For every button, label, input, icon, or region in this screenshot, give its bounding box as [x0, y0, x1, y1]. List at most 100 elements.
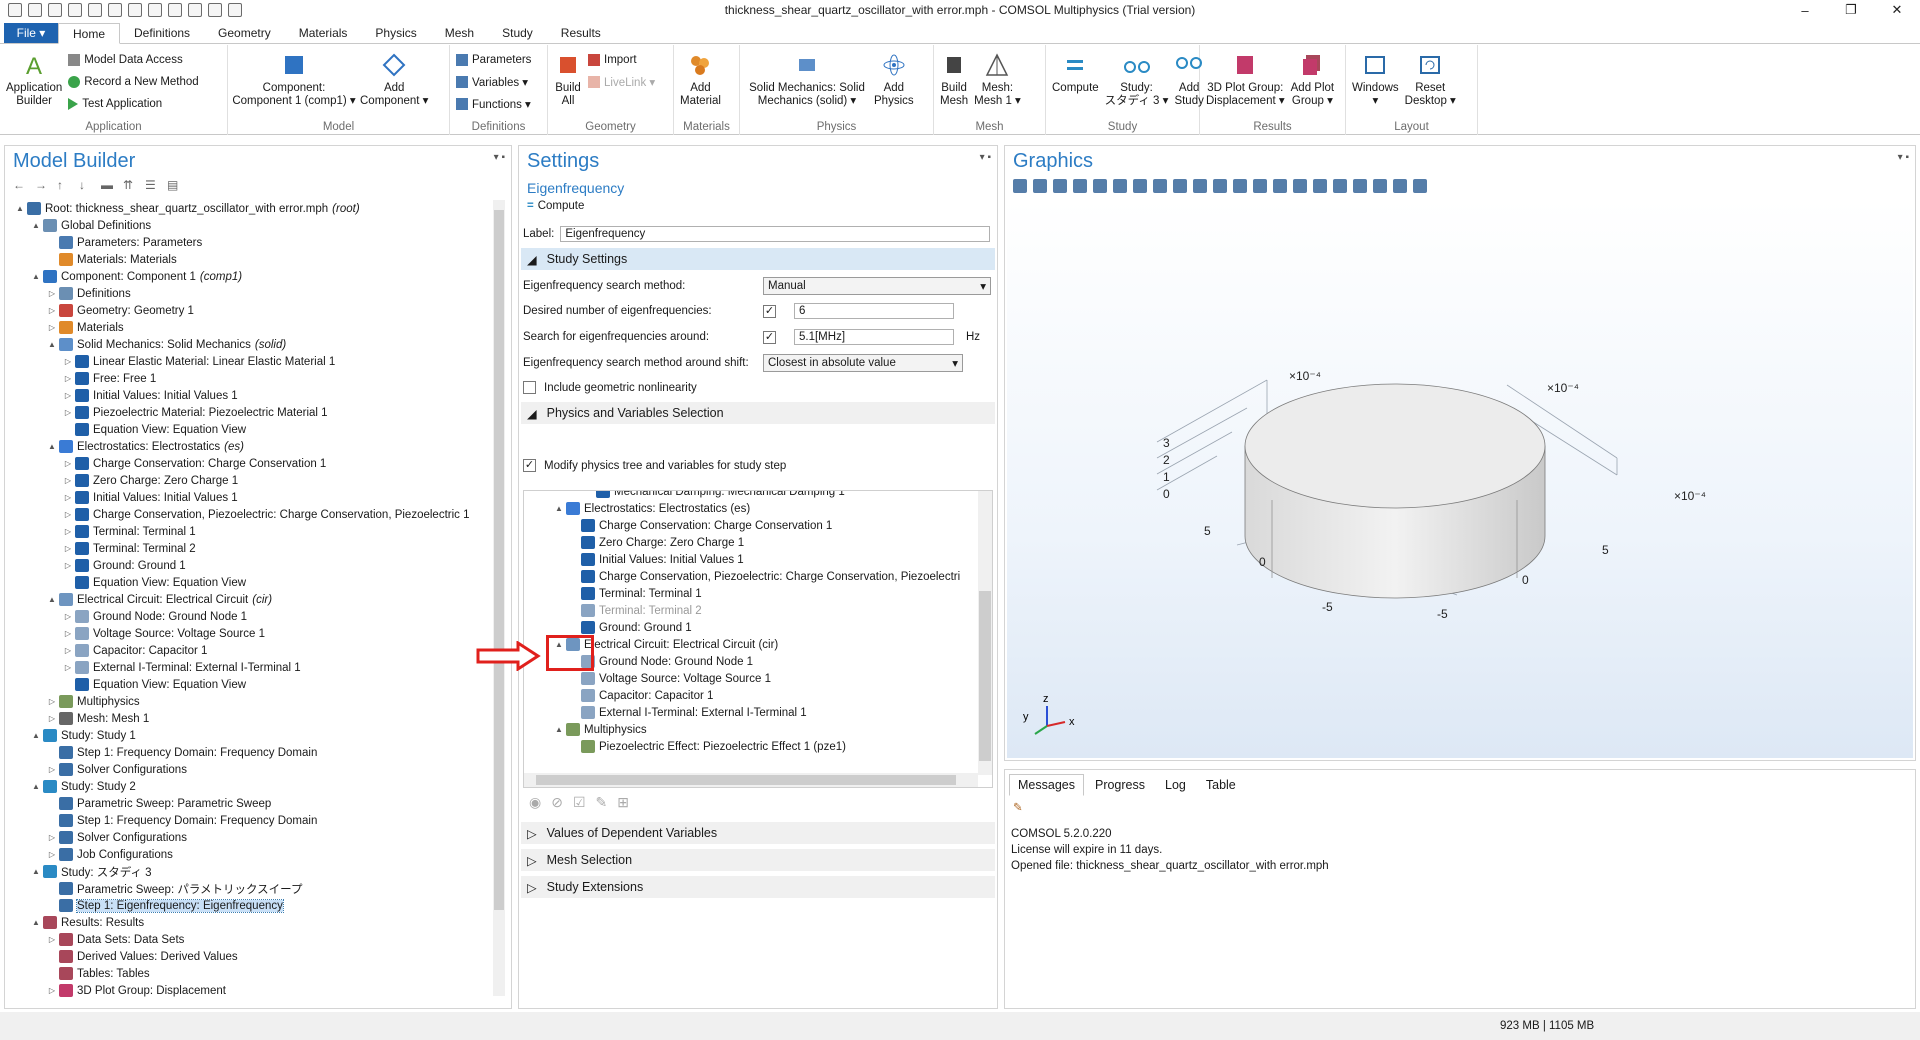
parameters-button[interactable]: Parameters: [456, 51, 531, 69]
tree-node[interactable]: ▷ Materials: [5, 319, 491, 336]
file-menu-button[interactable]: File ▾: [4, 23, 58, 43]
tree-node[interactable]: ▷ 3D Plot Group: Displacement: [5, 982, 491, 998]
expand-toggle-icon[interactable]: ▷: [47, 697, 57, 706]
record-method-button[interactable]: Record a New Method: [68, 73, 199, 91]
zoom-in-icon[interactable]: [1013, 179, 1027, 193]
select-all-icon[interactable]: [1213, 179, 1227, 193]
print-icon[interactable]: [1413, 179, 1427, 193]
tree-node[interactable]: Parametric Sweep: パラメトリックスイープ: [5, 880, 491, 897]
options-icon[interactable]: ▤: [167, 179, 181, 191]
expand-toggle-icon[interactable]: ▷: [63, 510, 73, 519]
tab-results[interactable]: Results: [547, 23, 615, 43]
view-yz-icon[interactable]: [1133, 179, 1147, 193]
expand-toggle-icon[interactable]: ▷: [47, 714, 57, 723]
tab-progress[interactable]: Progress: [1086, 774, 1154, 796]
edit-icon[interactable]: ✎: [596, 794, 608, 811]
tree-node[interactable]: Step 1: Frequency Domain: Frequency Doma…: [5, 744, 491, 761]
light-icon[interactable]: [1313, 179, 1327, 193]
view-axes-icon[interactable]: [1093, 179, 1107, 193]
tree-node[interactable]: ▷ Piezoelectric Material: Piezoelectric M…: [5, 404, 491, 421]
tree-node[interactable]: ▷ Solver Configurations: [5, 761, 491, 778]
tree-node[interactable]: ▷ Zero Charge: Zero Charge 1: [5, 472, 491, 489]
functions-button[interactable]: Functions ▾: [456, 95, 531, 113]
tree-node[interactable]: Equation View: Equation View: [5, 676, 491, 693]
settings-compute-button[interactable]: = Compute: [519, 200, 997, 212]
tree-node[interactable]: ▲ Electrical Circuit: Electrical Circuit(…: [5, 591, 491, 608]
num-eig-checkbox[interactable]: ✓: [763, 304, 776, 318]
copy-icon[interactable]: [128, 3, 142, 17]
expand-toggle-icon[interactable]: ▲: [31, 918, 41, 927]
shift-select[interactable]: Closest in absolute value ▾: [763, 354, 963, 372]
expand-toggle-icon[interactable]: ▷: [63, 612, 73, 621]
select-box-icon[interactable]: [1193, 179, 1207, 193]
expand-toggle-icon[interactable]: ▲: [15, 204, 25, 213]
mesh-selection-section[interactable]: ▷ Mesh Selection: [521, 849, 995, 871]
show-icon[interactable]: ▬: [101, 179, 115, 191]
expand-toggle-icon[interactable]: ▲: [47, 595, 57, 604]
tree-node[interactable]: ▷ Job Configurations: [5, 846, 491, 863]
tree-node[interactable]: External I-Terminal: External I-Terminal…: [524, 704, 978, 721]
expand-toggle-icon[interactable]: ▷: [47, 289, 57, 298]
tab-messages[interactable]: Messages: [1009, 774, 1084, 796]
undo-icon[interactable]: [88, 3, 102, 17]
expand-toggle-icon[interactable]: ▷: [63, 527, 73, 536]
expand-toggle-icon[interactable]: ▷: [63, 646, 73, 655]
tree-node[interactable]: Zero Charge: Zero Charge 1: [524, 534, 978, 551]
tree-node[interactable]: ▷ Voltage Source: Voltage Source 1: [5, 625, 491, 642]
enable-icon[interactable]: ☑: [573, 794, 586, 811]
tree-node[interactable]: ▷ Charge Conservation: Charge Conservatio…: [5, 455, 491, 472]
tree-node[interactable]: ▷ Solver Configurations: [5, 829, 491, 846]
move-up-icon[interactable]: ↑: [57, 179, 71, 191]
tree-node[interactable]: Derived Values: Derived Values: [5, 948, 491, 965]
geom-nonlin-checkbox[interactable]: [523, 381, 536, 394]
clear-messages-icon[interactable]: ✎: [1013, 800, 1023, 814]
tab-home[interactable]: Home: [58, 23, 121, 44]
zoom-box-icon[interactable]: [1053, 179, 1067, 193]
tree-node[interactable]: ▲ Global Definitions: [5, 217, 491, 234]
tree-node[interactable]: Initial Values: Initial Values 1: [524, 551, 978, 568]
search-around-checkbox[interactable]: ✓: [763, 330, 776, 344]
tree-node[interactable]: ▷ Capacitor: Capacitor 1: [5, 642, 491, 659]
view-xy-icon[interactable]: [1113, 179, 1127, 193]
tree-node[interactable]: ▲ Electrostatics: Electrostatics (es): [5, 438, 491, 455]
tab-study[interactable]: Study: [488, 23, 547, 43]
view-zx-icon[interactable]: [1153, 179, 1167, 193]
tree-node[interactable]: ▲ Study: Study 1: [5, 727, 491, 744]
label-field[interactable]: Eigenfrequency: [560, 226, 991, 242]
tab-mesh[interactable]: Mesh: [431, 23, 488, 43]
test-application-button[interactable]: Test Application: [68, 95, 198, 113]
tree-node[interactable]: ▲ Study: スタディ 3: [5, 863, 491, 880]
forward-icon[interactable]: →: [35, 179, 49, 191]
tree-node[interactable]: Terminal: Terminal 2: [524, 602, 978, 619]
physics-tree-vscroll[interactable]: [978, 491, 992, 775]
expand-toggle-icon[interactable]: ▲: [31, 221, 41, 230]
tree-node[interactable]: ▲ Root: thickness_shear_quartz_oscillator…: [5, 200, 491, 217]
tree-node[interactable]: ▷ Free: Free 1: [5, 370, 491, 387]
num-eig-field[interactable]: 6: [794, 303, 954, 319]
expand-toggle-icon[interactable]: ▷: [63, 476, 73, 485]
new-file-icon[interactable]: [8, 3, 22, 17]
tree-node[interactable]: ▲ Results: Results: [5, 914, 491, 931]
snapshot-icon[interactable]: [1393, 179, 1407, 193]
graphics-pin-icon[interactable]: ▾ ▪: [1898, 152, 1909, 163]
zoom-out-icon[interactable]: [1033, 179, 1047, 193]
expand-toggle-icon[interactable]: ▲: [47, 442, 57, 451]
tree-node[interactable]: ▷ External I-Terminal: External I-Termina…: [5, 659, 491, 676]
tree-icon[interactable]: ⊞: [617, 794, 629, 811]
expand-toggle-icon[interactable]: ▲: [31, 867, 41, 876]
collapse-icon[interactable]: ☰: [145, 179, 159, 191]
zoom-extents-icon[interactable]: [1073, 179, 1087, 193]
tree-node[interactable]: Step 1: Frequency Domain: Frequency Doma…: [5, 812, 491, 829]
expand-toggle-icon[interactable]: ▲: [47, 340, 57, 349]
grid-toggle-icon[interactable]: [1333, 179, 1347, 193]
expand-toggle-icon[interactable]: ▷: [63, 391, 73, 400]
graphics-canvas[interactable]: ×10⁻⁴ ×10⁻⁴ ×10⁻⁴ 3 2 1 0 5 0 -5 5 0 -5 …: [1007, 200, 1913, 758]
export-icon[interactable]: [228, 3, 242, 17]
tree-node[interactable]: ▷ Geometry: Geometry 1: [5, 302, 491, 319]
expand-toggle-icon[interactable]: ▷: [63, 357, 73, 366]
tree-node[interactable]: Piezoelectric Effect: Piezoelectric Effe…: [524, 738, 978, 755]
expand-toggle-icon[interactable]: ▷: [63, 561, 73, 570]
tab-table[interactable]: Table: [1197, 774, 1245, 796]
tab-materials[interactable]: Materials: [285, 23, 362, 43]
hide-icon[interactable]: [1293, 179, 1307, 193]
